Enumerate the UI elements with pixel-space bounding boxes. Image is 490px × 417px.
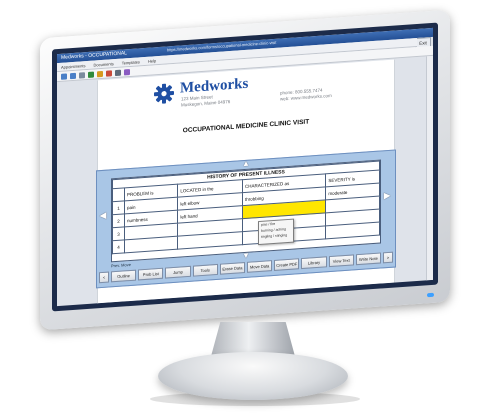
monitor: Medworks - OCCUPATIONAL https://medworks… xyxy=(40,9,450,331)
power-led-icon xyxy=(427,292,434,298)
hpi-table-container: HISTORY OF PRESENT ILLNESS PROBLEM is LO… xyxy=(111,159,381,263)
prev-move-label[interactable]: Prev. Move xyxy=(111,262,131,268)
outline-button[interactable]: Outline xyxy=(111,269,137,283)
print-icon[interactable] xyxy=(79,71,85,79)
scroll-left-arrow-icon[interactable]: ◀ xyxy=(100,211,106,220)
save-icon[interactable] xyxy=(88,71,94,78)
forward-icon[interactable] xyxy=(70,72,76,79)
search-icon[interactable] xyxy=(106,69,112,77)
tools-button[interactable]: Tools xyxy=(192,263,218,277)
move-data-button[interactable]: Move Data xyxy=(247,260,273,273)
settings-icon[interactable] xyxy=(124,68,130,75)
menu-item-templates[interactable]: Templates xyxy=(122,57,140,66)
zoom-icon[interactable] xyxy=(97,70,103,77)
document-page: Medworks 123 Main Street Muskegon, Maine… xyxy=(96,59,396,304)
popup-option[interactable]: tingling / stinging xyxy=(259,232,293,240)
clinic-address: 123 Main Street Muskegon, Maine 04976 xyxy=(181,93,230,108)
erase-data-button[interactable]: Erase Data xyxy=(219,261,246,275)
monitor-bezel: Medworks - OCCUPATIONAL https://medworks… xyxy=(52,22,438,312)
document-title: OCCUPATIONAL MEDICINE CLINIC VISIT xyxy=(182,118,310,135)
vertical-scrollbar[interactable] xyxy=(426,55,433,281)
expand-button[interactable]: > xyxy=(383,251,394,264)
create-pdf-button[interactable]: Create PDF xyxy=(274,258,300,271)
monitor-stand-base xyxy=(158,352,348,400)
menu-item-help[interactable]: Help xyxy=(148,56,156,65)
column-header-num xyxy=(112,187,125,202)
suggestion-popup: pins / fire burning / aching tingling / … xyxy=(258,218,294,246)
gear-logo-icon xyxy=(154,83,174,104)
back-icon[interactable] xyxy=(61,72,67,80)
screen: Medworks - OCCUPATIONAL https://medworks… xyxy=(57,27,433,307)
hpi-panel: ▲ ◀ ▶ ▼ HISTORY OF PRESENT ILLNESS PROBL… xyxy=(96,149,396,289)
menu-item-documents[interactable]: Documents xyxy=(93,59,113,68)
row-number: 1 xyxy=(112,200,125,215)
view-text-button[interactable]: View Text xyxy=(328,254,354,268)
row-number: 3 xyxy=(112,226,125,241)
collapse-button[interactable]: < xyxy=(99,271,109,284)
severity-cell[interactable] xyxy=(325,222,380,239)
problem-cell[interactable] xyxy=(124,236,178,253)
hpi-table: HISTORY OF PRESENT ILLNESS PROBLEM is LO… xyxy=(112,161,380,255)
library-button[interactable]: Library xyxy=(301,256,327,270)
prob-list-button[interactable]: Prob List xyxy=(138,267,164,281)
scroll-up-arrow-icon[interactable]: ▲ xyxy=(242,159,250,169)
write-note-button[interactable]: Write Note xyxy=(355,252,382,266)
jump-button[interactable]: Jump xyxy=(165,265,191,279)
camera-icon[interactable] xyxy=(115,69,121,76)
scroll-right-arrow-icon[interactable]: ▶ xyxy=(384,191,390,200)
clinic-contact: phone: 800.555.7474 web: www.medworks.co… xyxy=(280,87,332,103)
row-number: 4 xyxy=(112,239,125,254)
row-number: 2 xyxy=(112,213,125,228)
